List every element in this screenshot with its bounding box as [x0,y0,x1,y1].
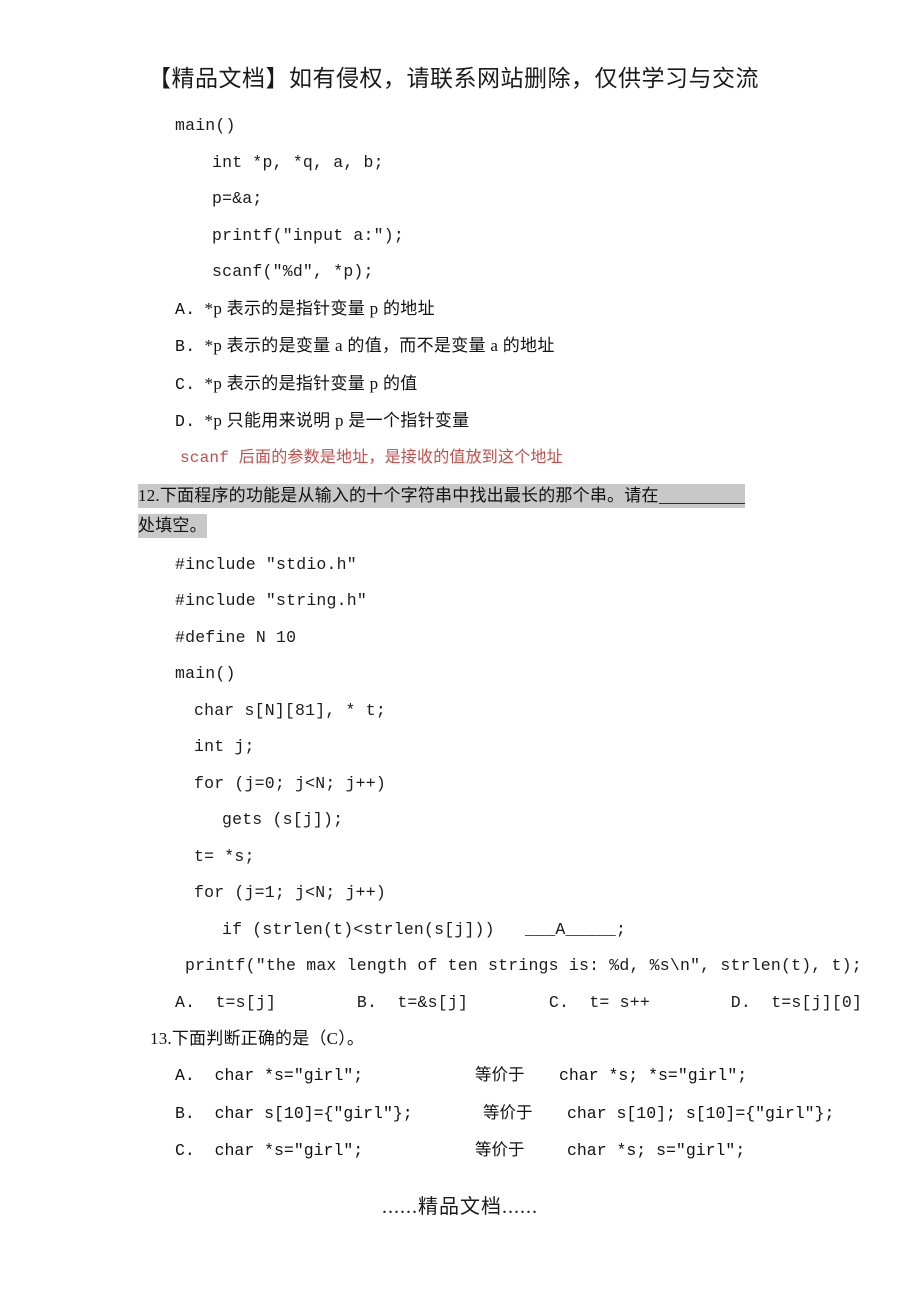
answer-text-d: t=s[j][0] [771,992,863,1012]
option-text: *p 表示的是指针变量 p 的地址 [204,298,435,318]
option-text: *p 表示的是指针变量 p 的值 [204,373,418,393]
code-line: char s[N][81], * t; [194,700,386,720]
equivalence-right: char *s; s=″girl″; [567,1141,746,1160]
option-label: B. [175,337,196,356]
code-line: printf(″the max length of ten strings is… [185,956,862,975]
document-body: main() int *p, *q, a, b; p=&a; printf(″i… [0,108,920,1170]
option-label: C. [175,1141,195,1160]
option-row: A. *p 表示的是指针变量 p 的地址 [0,291,920,329]
code-line: t= *s; [194,846,255,866]
question-13-options: A. char *s=″girl″; 等价于 char *s; *s=″girl″;… [0,1057,920,1170]
option-label: A. [175,299,196,319]
equivalence-right: char *s; *s=″girl″; [559,1066,748,1085]
question-12-answers-row: A. t=s[j] B. t=&s[j] C. t= s++ D. t=s[j]… [0,985,920,1022]
option-code: char *s=″girl″; [214,1066,364,1085]
code-line: main() [175,116,236,135]
answer-label-b: B. [356,992,378,1012]
fill-in-blank [658,502,745,504]
answer-label-d: D. [730,992,751,1012]
option-row: D. *p 只能用来说明 p 是一个指针变量 [0,403,920,441]
equivalence-left: B. char s[10]={″girl″}; [175,1096,475,1133]
code-line: gets (s[j]); [222,810,344,829]
question-11-code-block: main() int *p, *q, a, b; p=&a; printf(″i… [0,108,920,291]
answer-text-b: t=&s[j] [397,992,469,1012]
question-13-heading: 13.下面判断正确的是（C）。 [0,1021,920,1057]
document-footer: ......精品文档...... [382,1196,538,1218]
option-code: char s[10]={″girl″}; [214,1103,413,1123]
code-line: p=&a; [212,189,263,208]
question-11-options: A. *p 表示的是指针变量 p 的地址 B. *p 表示的是变量 a 的值，而… [0,291,920,441]
code-line: int j; [194,737,255,756]
question-12-code-block: #include ″stdio.h″ #include ″string.h″ #… [0,547,920,985]
question-12-heading: 12.下面程序的功能是从输入的十个字符串中找出最长的那个串。请在 处填空。 [0,475,920,541]
question-12-prompt-text: 下面程序的功能是从输入的十个字符串中找出最长的那个串。请在 [159,485,659,505]
code-line: #include ″stdio.h″ [175,554,357,574]
option-label: D. [175,412,196,431]
option-code: char *s=″girl″; [214,1141,364,1160]
document-page: 【精品文档】如有侵权，请联系网站删除，仅供学习与交流 main() int *p… [0,0,920,1302]
question-12-prompt-line-2: 处填空。 [138,511,920,541]
equivalence-operator: 等价于 [483,1102,533,1122]
code-line: printf(″input a:″); [212,225,404,245]
code-line: #include ″string.h″ [175,591,367,610]
question-12-prompt-text-2: 处填空。 [138,513,207,538]
question-12-prompt-line-1: 12.下面程序的功能是从输入的十个字符串中找出最长的那个串。请在 [138,481,920,511]
equivalence-row: B. char s[10]={″girl″}; 等价于 char s[10]; s[… [0,1095,920,1133]
option-text: *p 表示的是变量 a 的值，而不是变量 a 的地址 [204,336,555,355]
equivalence-row: A. char *s=″girl″; 等价于 char *s; *s=″girl″; [0,1057,920,1095]
document-header-notice: 【精品文档】如有侵权，请联系网站删除，仅供学习与交流 [148,66,759,91]
equivalence-left: A. char *s=″girl″; [175,1058,475,1095]
code-line: main() [175,664,236,683]
equivalence-operator: 等价于 [475,1140,525,1159]
answer-label-a: A. [175,992,196,1012]
equivalence-right: char s[10]; s[10]={″girl″}; [567,1103,835,1123]
code-line: scanf(″%d″, *p); [212,262,374,281]
code-line: #define N 10 [175,627,297,647]
answer-text-c: t= s++ [589,992,650,1012]
code-line: for (j=1; j<N; j++) [194,883,386,902]
equivalence-row: C. char *s=″girl″; 等价于 char *s; s=″girl″; [0,1132,920,1170]
answer-text-a: t=s[j] [215,992,277,1012]
option-row: C. *p 表示的是指针变量 p 的值 [0,366,920,404]
question-13-number: 13. [150,1029,172,1048]
code-line: for (j=0; j<N; j++) [194,773,386,793]
question-12-number: 12. [138,485,160,505]
option-label: A. [175,1066,195,1085]
equivalence-left: C. char *s=″girl″; [175,1133,475,1170]
red-annotation: scanf 后面的参数是地址，是接收的值放到这个地址 [180,448,563,467]
answer-label-c: C. [548,992,570,1012]
option-row: B. *p 表示的是变量 a 的值，而不是变量 a 的地址 [0,328,920,366]
equivalence-operator: 等价于 [475,1065,525,1084]
option-text: *p 只能用来说明 p 是一个指针变量 [204,411,470,430]
question-13-prompt: 下面判断正确的是（C）。 [171,1029,365,1048]
code-line-with-blank: if (strlen(t)<strlen(s[j])) ___A_____; [222,919,627,939]
option-label: C. [175,374,196,394]
code-line: int *p, *q, a, b; [212,152,384,172]
option-label: B. [175,1103,195,1123]
